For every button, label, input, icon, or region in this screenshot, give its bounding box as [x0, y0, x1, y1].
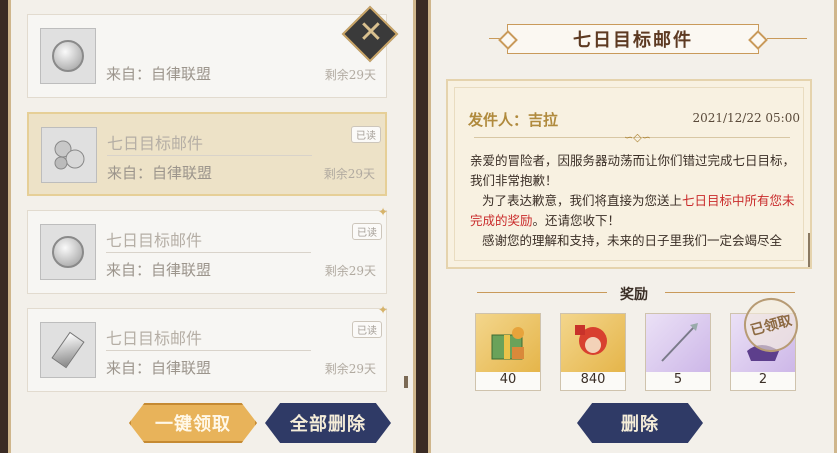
- reward-count: 40: [476, 372, 540, 390]
- read-badge: 已读: [352, 321, 382, 338]
- crystal-icon: [40, 322, 96, 378]
- mail-title: 七日目标邮件: [107, 134, 204, 153]
- mail-expiry: 剩余29天: [323, 167, 375, 181]
- read-badge: 已读: [351, 126, 381, 143]
- mail-paragraph: 亲爱的冒险者，因服务器动荡而让你们错过完成七日目标，我们非常抱歉！: [470, 153, 796, 188]
- coin-icon: [40, 28, 96, 84]
- sparkle-icon: ✦: [377, 303, 388, 317]
- spear-icon: [646, 314, 710, 372]
- title-decoration-right: [767, 38, 807, 39]
- rewards-label: 奖励: [620, 287, 648, 303]
- character-portrait-icon: [561, 314, 625, 372]
- reward-count: 2: [731, 372, 795, 390]
- mail-sender-name: 发件人：吉拉: [468, 111, 559, 129]
- mail-list-panel: 邮件 来自：自律联盟 剩余29天 七日目标邮件 来自：自律联盟 剩余29天 已读…: [8, 0, 416, 453]
- mail-list-item[interactable]: 七日目标邮件 来自：自律联盟 剩余29天 已读 ✦: [27, 205, 388, 294]
- ornament-icon: ∽◇∽: [624, 131, 651, 144]
- mail-expiry: 剩余29天: [324, 68, 376, 82]
- mail-paragraph: 为了表达歉意，我们将直接为您送上七日目标中所有您未完成的奖励。还请您收下！: [470, 193, 795, 228]
- mail-body-scrollbar[interactable]: [808, 233, 810, 267]
- reward-item[interactable]: 40: [475, 313, 541, 391]
- mail-divider: [106, 350, 311, 351]
- mail-sender: 来自：自律联盟: [106, 359, 212, 377]
- mail-sender: 来自：自律联盟: [106, 261, 212, 279]
- mail-list-item[interactable]: 七日目标邮件 来自：自律联盟 剩余29天 已读 ✦: [27, 303, 388, 392]
- reward-divider-right: [665, 292, 795, 293]
- mail-expiry: 剩余29天: [324, 362, 376, 376]
- mail-letter: 发件人：吉拉 2021/12/22 05:00 ∽◇∽ 亲爱的冒险者，因服务器动…: [446, 79, 812, 269]
- reward-item[interactable]: 5: [645, 313, 711, 391]
- close-icon[interactable]: ✕: [353, 15, 389, 51]
- reward-count: 840: [561, 372, 625, 390]
- delete-all-button[interactable]: 全部删除: [265, 403, 391, 443]
- mail-title: 七日目标邮件: [106, 329, 203, 348]
- ornament-item-icon: [41, 127, 97, 183]
- delete-button[interactable]: 删除: [577, 403, 703, 443]
- gift-box-icon: [476, 314, 540, 372]
- reward-divider-left: [477, 292, 607, 293]
- reward-item[interactable]: 840: [560, 313, 626, 391]
- reward-count: 5: [646, 372, 710, 390]
- coin-icon: [40, 224, 96, 280]
- mail-detail-title: 七日目标邮件: [507, 24, 759, 54]
- mail-expiry: 剩余29天: [324, 264, 376, 278]
- mail-list-item-selected[interactable]: 七日目标邮件 来自：自律联盟 剩余29天 已读: [27, 112, 387, 196]
- sparkle-icon: ✦: [377, 205, 388, 219]
- mail-body: 亲爱的冒险者，因服务器动荡而让你们错过完成七日目标，我们非常抱歉！ 为了表达歉意…: [470, 151, 798, 251]
- claim-all-button[interactable]: 一键领取: [129, 403, 257, 443]
- mail-list-scrollbar[interactable]: [404, 376, 408, 388]
- mail-divider: [106, 252, 311, 253]
- mail-date: 2021/12/22 05:00: [692, 111, 800, 125]
- mail-sender: 来自：自律联盟: [107, 164, 213, 182]
- mail-sender: 来自：自律联盟: [106, 65, 212, 83]
- mail-list-item[interactable]: 来自：自律联盟 剩余29天: [27, 14, 387, 98]
- read-badge: 已读: [352, 223, 382, 240]
- mail-paragraph: 感谢您的理解和支持，未来的日子里我们一定会竭尽全: [482, 233, 783, 248]
- mail-divider: [107, 155, 312, 156]
- mail-title: 七日目标邮件: [106, 231, 203, 250]
